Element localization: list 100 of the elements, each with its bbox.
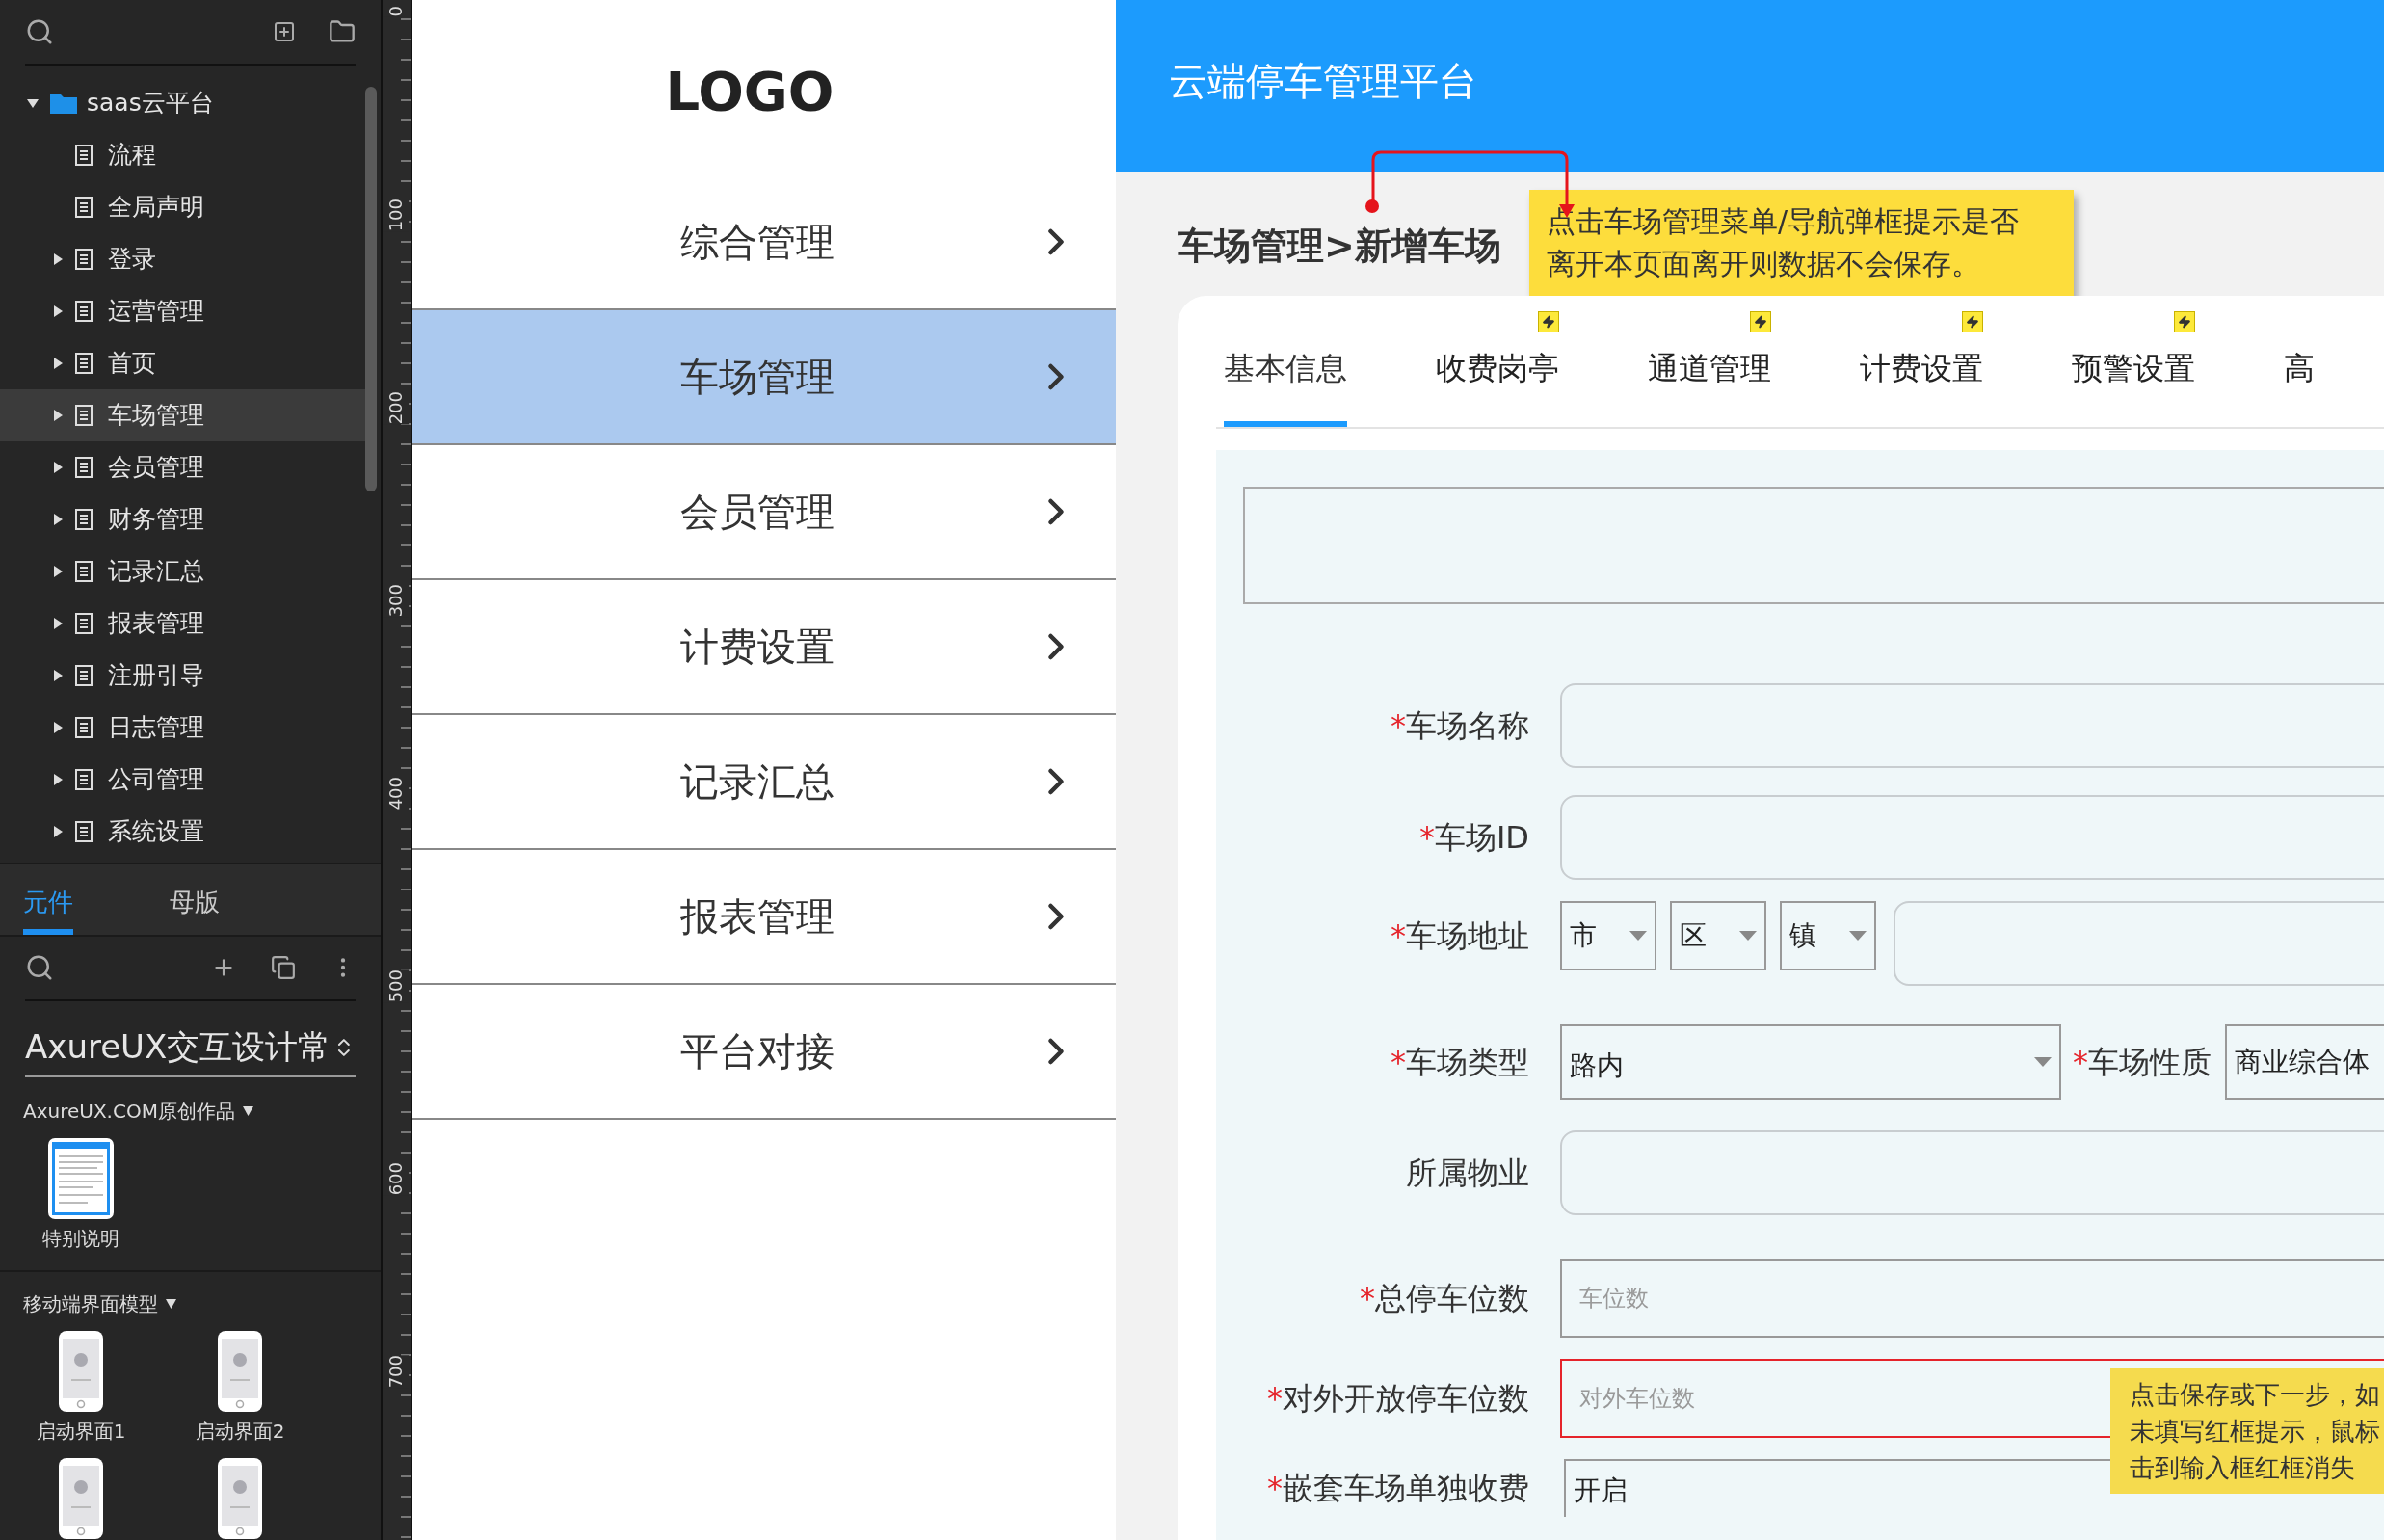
tree-item[interactable]: saas云平台: [0, 77, 365, 129]
phone-thumbnail-icon: [58, 1330, 104, 1413]
search-icon[interactable]: [25, 17, 54, 46]
text-input-field[interactable]: [1560, 795, 2384, 880]
note-text: 点击车场管理菜单/导航弹框提示是否: [1547, 203, 2021, 240]
library-item-label: 启动界面2: [195, 1419, 285, 1445]
caret-icon[interactable]: [52, 618, 64, 629]
search-icon[interactable]: [25, 953, 54, 983]
note-text: 击到输入框红框消失: [2130, 1452, 2356, 1484]
tab[interactable]: 预警设置: [2072, 334, 2195, 427]
page-icon: [75, 613, 93, 634]
page-icon: [75, 353, 93, 374]
folder-icon: [50, 93, 77, 114]
text-input-field[interactable]: 车位数: [1560, 1259, 2384, 1338]
library-tab[interactable]: 元件: [23, 883, 73, 935]
required-mark: *: [1418, 818, 1435, 858]
tree-item[interactable]: 流程: [0, 129, 365, 181]
caret-icon[interactable]: [52, 722, 64, 733]
tree-item[interactable]: 车场管理: [0, 389, 365, 441]
dropdown-arrow-icon: [1739, 931, 1757, 941]
tree-item[interactable]: 全局声明: [0, 181, 365, 233]
tree-item[interactable]: 会员管理: [0, 441, 365, 493]
tree-item[interactable]: 运营管理: [0, 285, 365, 337]
tree-item[interactable]: 公司管理: [0, 754, 365, 806]
page-icon: [75, 145, 93, 166]
tree-item[interactable]: 登录: [0, 233, 365, 285]
address-input-field[interactable]: [1894, 901, 2384, 986]
tree-item[interactable]: 财务管理: [0, 493, 365, 545]
field-label: 对外开放停车位数: [1283, 1379, 1529, 1419]
tree-item[interactable]: 报表管理: [0, 597, 365, 650]
select-field[interactable]: 路内: [1560, 1024, 2061, 1100]
page-icon: [75, 197, 93, 218]
copy-icon[interactable]: [271, 955, 296, 981]
library-dropdown[interactable]: AxureUX交互设计常: [25, 1022, 356, 1077]
caret-icon[interactable]: [52, 514, 64, 525]
tree-item-label: 记录汇总: [108, 556, 204, 588]
caret-icon[interactable]: [52, 826, 64, 837]
field-label: 车场名称: [1406, 706, 1529, 746]
phone-thumbnail-icon: [58, 1457, 104, 1540]
page-icon: [75, 249, 93, 270]
add-page-icon[interactable]: [273, 20, 296, 43]
caret-icon[interactable]: [27, 97, 39, 109]
caret-icon[interactable]: [52, 305, 64, 317]
page-icon: [75, 509, 93, 530]
required-mark: *: [1391, 706, 1406, 746]
tab[interactable]: 通道管理: [1648, 334, 1771, 427]
phone-thumbnail-icon: [217, 1330, 263, 1413]
caret-icon[interactable]: [52, 358, 64, 369]
tree-item-label: 日志管理: [108, 712, 204, 744]
caret-icon[interactable]: [52, 566, 64, 577]
field-label: 总停车位数: [1375, 1279, 1529, 1318]
breadcrumb: 车场管理>新增车场: [1178, 223, 1502, 269]
caret-icon[interactable]: [52, 462, 64, 473]
select-field[interactable]: 镇: [1780, 901, 1876, 970]
tree-item-label: 会员管理: [108, 452, 204, 484]
text-input-field[interactable]: [1560, 683, 2384, 768]
tree-item[interactable]: 系统设置: [0, 806, 365, 858]
tab[interactable]: 计费设置: [1860, 334, 1983, 427]
select-field[interactable]: 市: [1560, 901, 1656, 970]
field-label: 所属物业: [1406, 1154, 1529, 1193]
tree-item-label: 全局声明: [108, 192, 204, 224]
select-field[interactable]: 商业综合体: [2225, 1024, 2384, 1100]
tree-item-label: 运营管理: [108, 296, 204, 328]
menu-item[interactable]: 车场管理: [412, 308, 1116, 443]
note-text: 点击保存或下一步，如: [2130, 1379, 2381, 1411]
library-item-label: 启动界面1: [36, 1419, 126, 1445]
library-tab[interactable]: 母版: [170, 883, 220, 935]
folder-icon[interactable]: [329, 18, 356, 45]
tab[interactable]: 基本信息: [1224, 334, 1347, 427]
tree-item[interactable]: 日志管理: [0, 702, 365, 754]
tab[interactable]: 高: [2284, 334, 2315, 427]
dropdown-arrow-icon: [2034, 1057, 2052, 1067]
tree-item-label: 注册引导: [108, 660, 204, 692]
dropdown-arrow-icon: [1629, 931, 1647, 941]
tree-item[interactable]: 注册引导: [0, 650, 365, 702]
text-input-field[interactable]: [1560, 1130, 2384, 1215]
required-mark: *: [1360, 1279, 1375, 1318]
tree-item-label: 车场管理: [108, 400, 204, 432]
caret-icon[interactable]: [52, 410, 64, 421]
page-icon: [75, 457, 93, 478]
caret-icon[interactable]: [52, 253, 64, 265]
field-label: 车场地址: [1406, 916, 1529, 956]
tree-item-label: 公司管理: [108, 764, 204, 796]
logo: LOGO: [665, 59, 834, 124]
required-mark: *: [1267, 1469, 1283, 1508]
library-group-header[interactable]: AxureUX.COM原创作品: [23, 1097, 358, 1126]
page-icon: [75, 561, 93, 582]
dropdown-arrow-icon: [1849, 931, 1867, 941]
tree-item-label: 流程: [108, 140, 156, 172]
select-field[interactable]: 区: [1670, 901, 1766, 970]
caret-icon[interactable]: [52, 774, 64, 785]
app-title: 云端停车管理平台: [1169, 58, 1477, 105]
caret-icon[interactable]: [52, 670, 64, 681]
library-group-header[interactable]: 移动端界面模型: [23, 1289, 358, 1318]
required-mark: *: [2073, 1043, 2088, 1082]
tree-item[interactable]: 记录汇总: [0, 545, 365, 597]
tree-item[interactable]: 首页: [0, 337, 365, 389]
tab[interactable]: 收费岗亭: [1436, 334, 1559, 427]
scrollbar[interactable]: [365, 87, 377, 491]
text-area-field[interactable]: [1243, 487, 2384, 604]
